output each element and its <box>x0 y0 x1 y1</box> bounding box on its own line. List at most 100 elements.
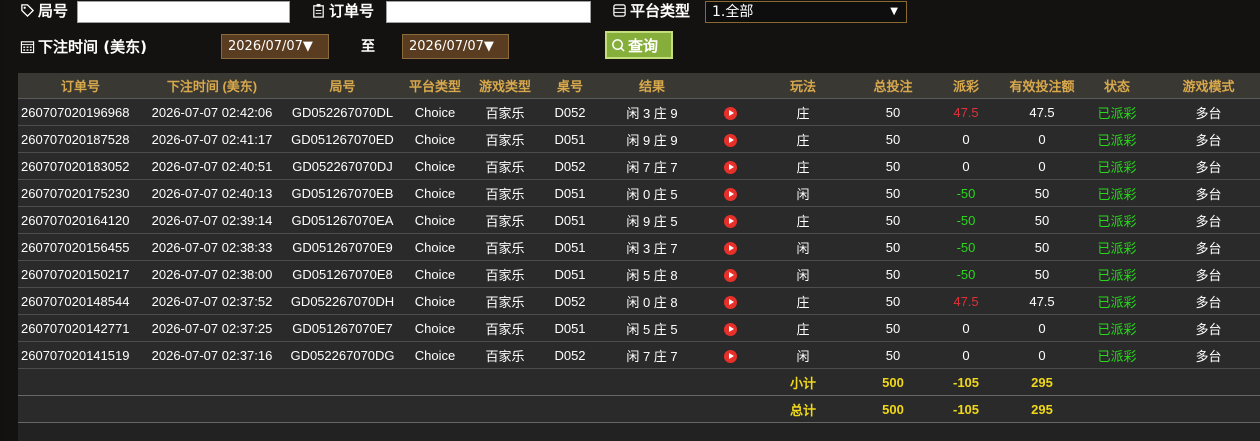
play-icon[interactable] <box>724 106 737 120</box>
play-icon[interactable] <box>724 241 737 255</box>
game-type-cell: 百家乐 <box>466 314 544 342</box>
header-valid-bet[interactable]: 有效投注额 <box>999 73 1085 99</box>
order-number-cell: 260707020175230 <box>18 179 143 207</box>
valid-bet-cell: 0 <box>999 314 1085 342</box>
result-cell: 闲 0 庄 8 <box>596 287 708 315</box>
replay-cell[interactable] <box>708 98 753 126</box>
table-row: 260707020141519 2026-07-07 02:37:16 GD0522… <box>18 341 1260 369</box>
total-empty-cell <box>466 395 544 423</box>
order-number-cell: 260707020141519 <box>18 341 143 369</box>
order-number-input[interactable] <box>386 1 591 23</box>
status-cell: 已派彩 <box>1085 179 1149 207</box>
total-empty-cell <box>404 395 466 423</box>
replay-cell[interactable] <box>708 287 753 315</box>
header-status[interactable]: 状态 <box>1085 73 1149 99</box>
date-from-picker[interactable]: 2026/07/07▼ <box>221 34 329 59</box>
total-label-cell: 总计 <box>753 395 853 423</box>
play-type-cell: 闲 <box>753 179 853 207</box>
game-type-cell: 百家乐 <box>466 206 544 234</box>
list-icon <box>612 3 627 18</box>
replay-cell[interactable] <box>708 179 753 207</box>
header-result[interactable]: 结果 <box>596 73 708 99</box>
table-number-cell: D051 <box>544 233 596 261</box>
header-ju[interactable]: 局号 <box>281 73 404 99</box>
order-number-cell: 260707020183052 <box>18 152 143 180</box>
total-bet-cell: 50 <box>853 152 933 180</box>
subtotal-empty-cell <box>1149 368 1260 396</box>
total-bet-cell: 50 <box>853 98 933 126</box>
table-row: 260707020196968 2026-07-07 02:42:06 GD0522… <box>18 98 1260 126</box>
valid-bet-cell: 0 <box>999 125 1085 153</box>
header-game[interactable]: 游戏类型 <box>466 73 544 99</box>
header-mode[interactable]: 游戏模式 <box>1149 73 1260 99</box>
valid-bet-cell: 50 <box>999 206 1085 234</box>
table-row: 260707020142771 2026-07-07 02:37:25 GD0512… <box>18 314 1260 342</box>
total-empty-cell <box>708 395 753 423</box>
platform-cell: Choice <box>404 314 466 342</box>
status-cell: 已派彩 <box>1085 125 1149 153</box>
table-number-cell: D051 <box>544 125 596 153</box>
subtotal-total-bet-cell: 500 <box>853 368 933 396</box>
play-icon[interactable] <box>724 214 737 228</box>
total-empty-cell <box>18 395 143 423</box>
bet-time-cell: 2026-07-07 02:40:51 <box>143 152 281 180</box>
ju-number-cell: GD051267070EA <box>281 206 404 234</box>
play-icon[interactable] <box>724 133 737 147</box>
game-type-cell: 百家乐 <box>466 98 544 126</box>
table-header-row: 订单号 下注时间 (美东) 局号 平台类型 游戏类型 桌号 结果 玩法 总投注 派彩 有效投注额 状态… <box>18 73 1260 99</box>
payout-cell: 0 <box>933 341 999 369</box>
ju-number-input[interactable] <box>77 1 290 23</box>
valid-bet-cell: 47.5 <box>999 98 1085 126</box>
header-platform[interactable]: 平台类型 <box>404 73 466 99</box>
replay-cell[interactable] <box>708 341 753 369</box>
replay-cell[interactable] <box>708 314 753 342</box>
tag-icon <box>20 3 35 18</box>
order-number-cell: 260707020142771 <box>18 314 143 342</box>
replay-cell[interactable] <box>708 206 753 234</box>
status-cell: 已派彩 <box>1085 152 1149 180</box>
header-play[interactable]: 玩法 <box>753 73 853 99</box>
ju-number-cell: GD052267070DL <box>281 98 404 126</box>
query-button[interactable]: 查询 <box>605 31 673 59</box>
header-payout[interactable]: 派彩 <box>933 73 999 99</box>
ju-number-cell: GD051267070EB <box>281 179 404 207</box>
play-type-cell: 庄 <box>753 287 853 315</box>
play-icon[interactable] <box>724 160 737 174</box>
replay-cell[interactable] <box>708 152 753 180</box>
header-order[interactable]: 订单号 <box>18 73 143 99</box>
total-payout-cell: -105 <box>933 395 999 423</box>
play-icon[interactable] <box>724 349 737 363</box>
valid-bet-cell: 0 <box>999 152 1085 180</box>
game-mode-cell: 多台 <box>1149 179 1260 207</box>
game-mode-cell: 多台 <box>1149 125 1260 153</box>
order-number-cell: 260707020187528 <box>18 125 143 153</box>
play-type-cell: 闲 <box>753 260 853 288</box>
payout-cell: -50 <box>933 233 999 261</box>
play-icon[interactable] <box>724 295 737 309</box>
subtotal-empty-cell <box>404 368 466 396</box>
valid-bet-cell: 47.5 <box>999 287 1085 315</box>
play-icon[interactable] <box>724 187 737 201</box>
payout-cell: 47.5 <box>933 287 999 315</box>
result-cell: 闲 5 庄 8 <box>596 260 708 288</box>
total-empty-cell <box>544 395 596 423</box>
header-time[interactable]: 下注时间 (美东) <box>143 73 281 99</box>
play-icon[interactable] <box>724 268 737 282</box>
replay-cell[interactable] <box>708 125 753 153</box>
valid-bet-cell: 50 <box>999 260 1085 288</box>
table-number-cell: D052 <box>544 287 596 315</box>
total-bet-cell: 50 <box>853 341 933 369</box>
platform-select[interactable]: 1.全部 ▼ <box>705 1 907 23</box>
date-to-picker[interactable]: 2026/07/07▼ <box>402 34 509 59</box>
header-table[interactable]: 桌号 <box>544 73 596 99</box>
header-replay <box>708 73 753 99</box>
replay-cell[interactable] <box>708 260 753 288</box>
platform-cell: Choice <box>404 98 466 126</box>
table-number-cell: D051 <box>544 206 596 234</box>
header-total-bet[interactable]: 总投注 <box>853 73 933 99</box>
replay-cell[interactable] <box>708 233 753 261</box>
table-number-cell: D051 <box>544 314 596 342</box>
result-cell: 闲 3 庄 7 <box>596 233 708 261</box>
play-icon[interactable] <box>724 322 737 336</box>
result-cell: 闲 0 庄 5 <box>596 179 708 207</box>
